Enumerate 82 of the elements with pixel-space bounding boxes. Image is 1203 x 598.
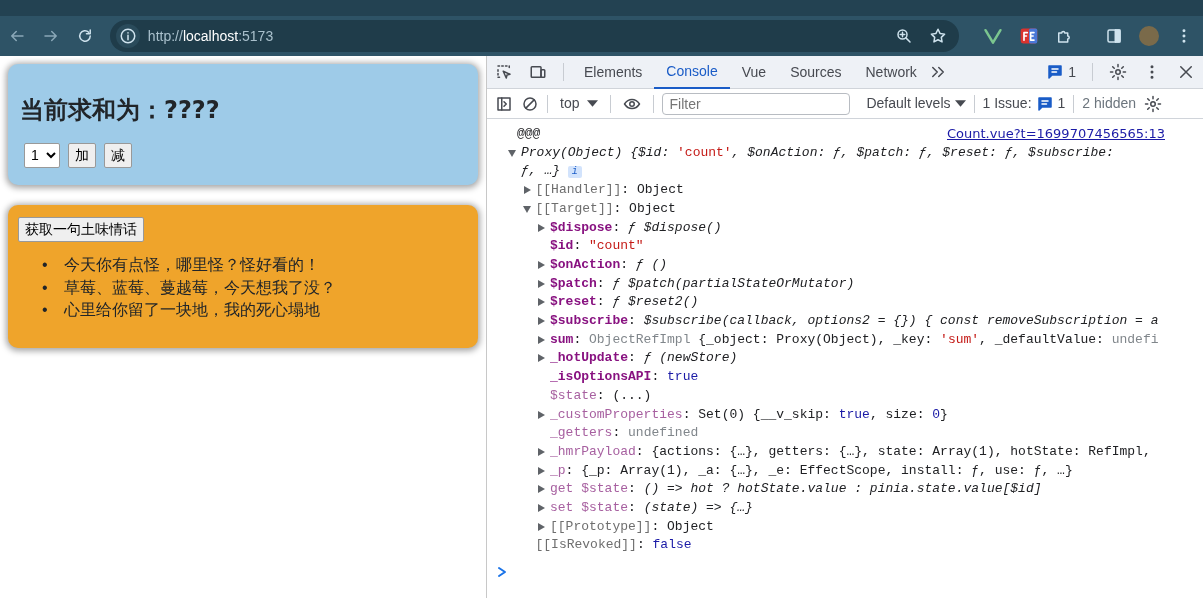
property-line: $dispose: ƒ $dispose() (550, 218, 722, 237)
devtools-tab[interactable]: Console (654, 55, 730, 89)
expand-arrow-icon[interactable] (536, 353, 546, 364)
message-icon[interactable] (1046, 63, 1065, 81)
devtools-tab[interactable]: Sources (778, 55, 854, 89)
settings-icon[interactable] (1109, 63, 1127, 81)
property-line: $subscribe: $subscribe(callback, options2 = {}) { const removeSubscription = a (550, 312, 1159, 331)
property-line: _p: {_p: Array(1), _a: {…}, _e: EffectScope, install: ƒ, use: ƒ, …} (550, 461, 1073, 480)
talk-item: 今天你有点怪，哪里怪？怪好看的！ (63, 255, 320, 275)
levels-dropdown[interactable]: Default levels (866, 93, 966, 114)
expand-arrow-icon[interactable] (536, 446, 546, 457)
property-line: [[Target]]: Object (535, 199, 676, 218)
expand-arrow-icon[interactable] (536, 278, 546, 289)
context-dropdown[interactable]: top (556, 93, 603, 114)
counter-button[interactable]: 减 (104, 142, 132, 168)
inspect-icon[interactable] (495, 63, 513, 81)
devtools-tab[interactable]: Vue (729, 55, 779, 89)
info-icon[interactable] (115, 24, 140, 48)
bullet-marker: • (42, 300, 48, 321)
close-icon[interactable] (1177, 63, 1195, 81)
expand-arrow-icon[interactable] (536, 465, 546, 476)
talk-item: 草莓、蓝莓、蔓越莓，今天想我了没？ (63, 277, 336, 298)
property-line: $patch: ƒ $patch(partialStateOrMutator) (550, 274, 855, 293)
property-line: sum: ObjectRefImpl {_object: Proxy(Object), _key: 'sum', _defaultValue: undefi (550, 330, 1159, 349)
property-line: $onAction: ƒ () (550, 255, 668, 274)
fetch-talk-button[interactable]: 获取一句土味情话 (18, 217, 144, 242)
expand-arrow-icon[interactable] (536, 259, 546, 270)
sum-heading: 当前求和为：???? (20, 96, 221, 125)
sidebar-icon[interactable] (495, 94, 513, 113)
address-bar[interactable]: http://localhost:5173 (109, 20, 960, 52)
property-line: _hotUpdate: ƒ (newStore) (550, 349, 738, 368)
talk-item: 心里给你留了一块地，我的死心塌地 (63, 300, 320, 321)
expand-arrow-icon[interactable] (521, 185, 532, 196)
property-line: [[IsRevoked]]: false (535, 536, 692, 555)
property-line: _getters: undefined (550, 424, 699, 443)
expand-arrow-icon[interactable] (536, 484, 546, 495)
devtools-tab[interactable]: Elements (572, 55, 655, 89)
issues-count: 1 (1057, 94, 1066, 113)
devtools-tab[interactable]: Network (853, 55, 929, 89)
property-line: _isOptionsAPI: true (550, 368, 699, 387)
bullet-marker: • (42, 277, 48, 298)
message-count: 1 (1068, 62, 1076, 82)
property-line: $id: "count" (550, 237, 644, 256)
issues-label: 1 Issue: (982, 94, 1032, 113)
step-select[interactable]: 1 (24, 142, 60, 168)
hidden-count: 2 hidden (1082, 94, 1137, 113)
collapse-arrow-icon[interactable] (521, 203, 532, 214)
expand-arrow-icon[interactable] (536, 503, 546, 514)
expand-arrow-icon[interactable] (536, 334, 546, 345)
caret-icon (954, 100, 966, 107)
side-panel-icon[interactable] (1105, 27, 1124, 45)
bullet-marker: • (42, 255, 48, 275)
source-link[interactable]: Count.vue?t=1699707456565:13 (947, 125, 1165, 144)
vue-extension-icon[interactable] (983, 26, 1004, 46)
expand-arrow-icon[interactable] (536, 297, 546, 308)
message-icon[interactable] (1035, 94, 1054, 113)
property-line: _hmrPayload: {actions: {…}, getters: {…}, state: Array(1), hotState: RefImpl, (550, 442, 1151, 461)
property-line: get $state: () => hot ? hotState.value : pinia.state.value[$id] (550, 480, 1042, 499)
object-summary: Proxy(Object) {$id: 'count', $onAction: ƒ, $patch: ƒ, $reset: ƒ, $subscribe: ƒ, …} i (521, 143, 1115, 181)
property-line: $reset: ƒ $reset2() (550, 293, 699, 312)
prompt-icon (497, 565, 507, 578)
expand-arrow-icon[interactable] (536, 316, 546, 327)
fe-extension-icon[interactable] (1019, 26, 1040, 46)
expand-arrow-icon[interactable] (536, 409, 546, 420)
property-line: $state: (...) (550, 386, 652, 405)
device-toolbar-icon[interactable] (529, 63, 547, 81)
expand-arrow-icon[interactable] (536, 521, 546, 532)
property-line: [[Handler]]: Object (535, 181, 684, 200)
caret-icon (587, 100, 599, 107)
zoom-icon[interactable] (895, 27, 914, 45)
counter-button[interactable]: 加 (68, 142, 96, 168)
property-line: [[Prototype]]: Object (550, 517, 714, 536)
collapse-arrow-icon[interactable] (507, 147, 517, 158)
clear-console-icon[interactable] (521, 94, 539, 113)
property-line: _customProperties: Set(0) {__v_skip: true, size: 0} (550, 405, 948, 424)
settings-icon[interactable] (1144, 94, 1163, 113)
log-message: @@@ (517, 125, 541, 143)
star-icon[interactable] (929, 27, 948, 45)
expand-arrow-icon[interactable] (536, 222, 546, 233)
property-line: set $state: (state) => {…} (550, 499, 753, 518)
url-text: http://localhost:5173 (147, 26, 274, 46)
filter-field[interactable]: Filter (662, 92, 851, 115)
